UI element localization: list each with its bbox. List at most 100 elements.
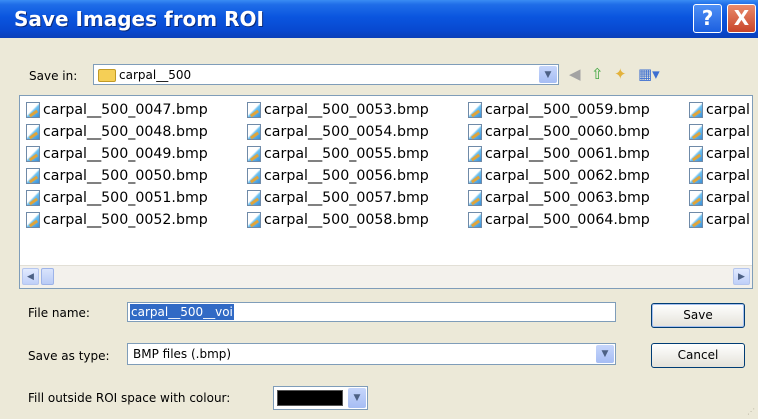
- up-folder-icon[interactable]: ⇧: [591, 65, 604, 83]
- file-item[interactable]: carpal__500_0063.bmp: [468, 187, 686, 209]
- bitmap-file-icon: [26, 190, 40, 206]
- file-item-label: carpal: [706, 190, 749, 206]
- bitmap-file-icon: [247, 146, 261, 162]
- scroll-left-icon[interactable]: ◀: [22, 268, 39, 285]
- bitmap-file-icon: [468, 146, 482, 162]
- file-item[interactable]: carpal__500_0062.bmp: [468, 165, 686, 187]
- file-item[interactable]: carpal__500_0057.bmp: [247, 187, 465, 209]
- file-item-label: carpal__500_0059.bmp: [485, 102, 650, 118]
- file-item[interactable]: carpal__500_0054.bmp: [247, 121, 465, 143]
- file-item[interactable]: carpal__500_0048.bmp: [26, 121, 244, 143]
- save-button[interactable]: Save: [651, 303, 745, 328]
- bitmap-file-icon: [247, 190, 261, 206]
- scroll-thumb[interactable]: [41, 268, 54, 285]
- file-name-value: carpal__500__voi: [130, 304, 234, 320]
- file-item-label: carpal: [706, 102, 749, 118]
- save-in-label: Save in:: [29, 69, 78, 83]
- file-item[interactable]: carpal__500_0053.bmp: [247, 99, 465, 121]
- file-item-label: carpal__500_0062.bmp: [485, 168, 650, 184]
- bitmap-file-icon: [689, 124, 703, 140]
- file-item-label: carpal__500_0061.bmp: [485, 146, 650, 162]
- save-in-folder: carpal__500: [119, 68, 192, 82]
- file-item[interactable]: carpal__500_0055.bmp: [247, 143, 465, 165]
- horizontal-scrollbar[interactable]: ◀ ▶: [20, 265, 752, 288]
- file-item-label: carpal__500_0058.bmp: [264, 212, 429, 228]
- bitmap-file-icon: [26, 212, 40, 228]
- file-item[interactable]: carpal: [689, 187, 749, 209]
- file-item-label: carpal__500_0052.bmp: [43, 212, 208, 228]
- fill-colour-dropdown[interactable]: ▼: [273, 386, 368, 410]
- file-item[interactable]: carpal__500_0060.bmp: [468, 121, 686, 143]
- file-item[interactable]: carpal__500_0059.bmp: [468, 99, 686, 121]
- bitmap-file-icon: [689, 168, 703, 184]
- save-in-dropdown[interactable]: carpal__500 ▼: [93, 64, 559, 85]
- file-item-label: carpal__500_0048.bmp: [43, 124, 208, 140]
- bitmap-file-icon: [247, 124, 261, 140]
- file-item[interactable]: carpal__500_0064.bmp: [468, 209, 686, 231]
- file-item[interactable]: carpal__500_0049.bmp: [26, 143, 244, 165]
- file-item-label: carpal: [706, 168, 749, 184]
- bitmap-file-icon: [26, 124, 40, 140]
- folder-icon: [98, 69, 116, 82]
- fill-colour-label: Fill outside ROI space with colour:: [28, 391, 231, 405]
- bitmap-file-icon: [689, 146, 703, 162]
- file-item[interactable]: carpal: [689, 209, 749, 231]
- bitmap-file-icon: [26, 168, 40, 184]
- file-item-label: carpal: [706, 212, 749, 228]
- save-as-type-dropdown[interactable]: BMP files (.bmp) ▼: [127, 343, 616, 365]
- colour-swatch: [277, 390, 343, 406]
- file-item[interactable]: carpal__500_0051.bmp: [26, 187, 244, 209]
- file-item[interactable]: carpal: [689, 143, 749, 165]
- file-item[interactable]: carpal: [689, 121, 749, 143]
- file-item-label: carpal__500_0056.bmp: [264, 168, 429, 184]
- views-menu-icon[interactable]: ▦▾: [638, 65, 660, 83]
- file-name-input[interactable]: carpal__500__voi: [127, 302, 616, 322]
- chevron-down-icon[interactable]: ▼: [539, 66, 557, 83]
- bitmap-file-icon: [468, 102, 482, 118]
- back-arrow-icon[interactable]: ◀: [569, 65, 581, 83]
- file-list[interactable]: carpal__500_0047.bmp carpal__500_0048.bmp…: [19, 95, 753, 289]
- bitmap-file-icon: [26, 146, 40, 162]
- bitmap-file-icon: [468, 168, 482, 184]
- bitmap-file-icon: [689, 190, 703, 206]
- file-item[interactable]: carpal: [689, 165, 749, 187]
- bitmap-file-icon: [247, 168, 261, 184]
- save-as-type-value: BMP files (.bmp): [133, 347, 232, 361]
- file-item-label: carpal: [706, 146, 749, 162]
- bitmap-file-icon: [468, 124, 482, 140]
- file-item-label: carpal__500_0063.bmp: [485, 190, 650, 206]
- help-button[interactable]: ?: [693, 4, 722, 33]
- file-item[interactable]: carpal__500_0056.bmp: [247, 165, 465, 187]
- file-item[interactable]: carpal__500_0058.bmp: [247, 209, 465, 231]
- file-item-label: carpal__500_0060.bmp: [485, 124, 650, 140]
- bitmap-file-icon: [468, 190, 482, 206]
- chevron-down-icon[interactable]: ▼: [348, 388, 366, 408]
- file-item[interactable]: carpal__500_0050.bmp: [26, 165, 244, 187]
- bitmap-file-icon: [689, 212, 703, 228]
- file-item[interactable]: carpal__500_0052.bmp: [26, 209, 244, 231]
- file-item[interactable]: carpal: [689, 99, 749, 121]
- chevron-down-icon[interactable]: ▼: [596, 345, 614, 363]
- cancel-button[interactable]: Cancel: [651, 343, 745, 368]
- file-item[interactable]: carpal__500_0047.bmp: [26, 99, 244, 121]
- bitmap-file-icon: [689, 102, 703, 118]
- window-title: Save Images from ROI: [14, 7, 264, 31]
- bitmap-file-icon: [26, 102, 40, 118]
- file-item-label: carpal__500_0047.bmp: [43, 102, 208, 118]
- title-bar: Save Images from ROI ? X: [0, 0, 758, 38]
- file-item-label: carpal__500_0051.bmp: [43, 190, 208, 206]
- file-item-label: carpal: [706, 124, 749, 140]
- file-item-label: carpal__500_0054.bmp: [264, 124, 429, 140]
- close-button[interactable]: X: [727, 4, 756, 33]
- resize-grip-icon[interactable]: ⋰: [747, 407, 755, 416]
- bitmap-file-icon: [247, 212, 261, 228]
- bitmap-file-icon: [468, 212, 482, 228]
- file-item-label: carpal__500_0053.bmp: [264, 102, 429, 118]
- file-item-label: carpal__500_0050.bmp: [43, 168, 208, 184]
- file-item-label: carpal__500_0055.bmp: [264, 146, 429, 162]
- file-item-label: carpal__500_0057.bmp: [264, 190, 429, 206]
- new-folder-icon[interactable]: ✦: [614, 65, 627, 83]
- save-as-type-label: Save as type:: [28, 349, 110, 363]
- file-item[interactable]: carpal__500_0061.bmp: [468, 143, 686, 165]
- scroll-right-icon[interactable]: ▶: [733, 268, 750, 285]
